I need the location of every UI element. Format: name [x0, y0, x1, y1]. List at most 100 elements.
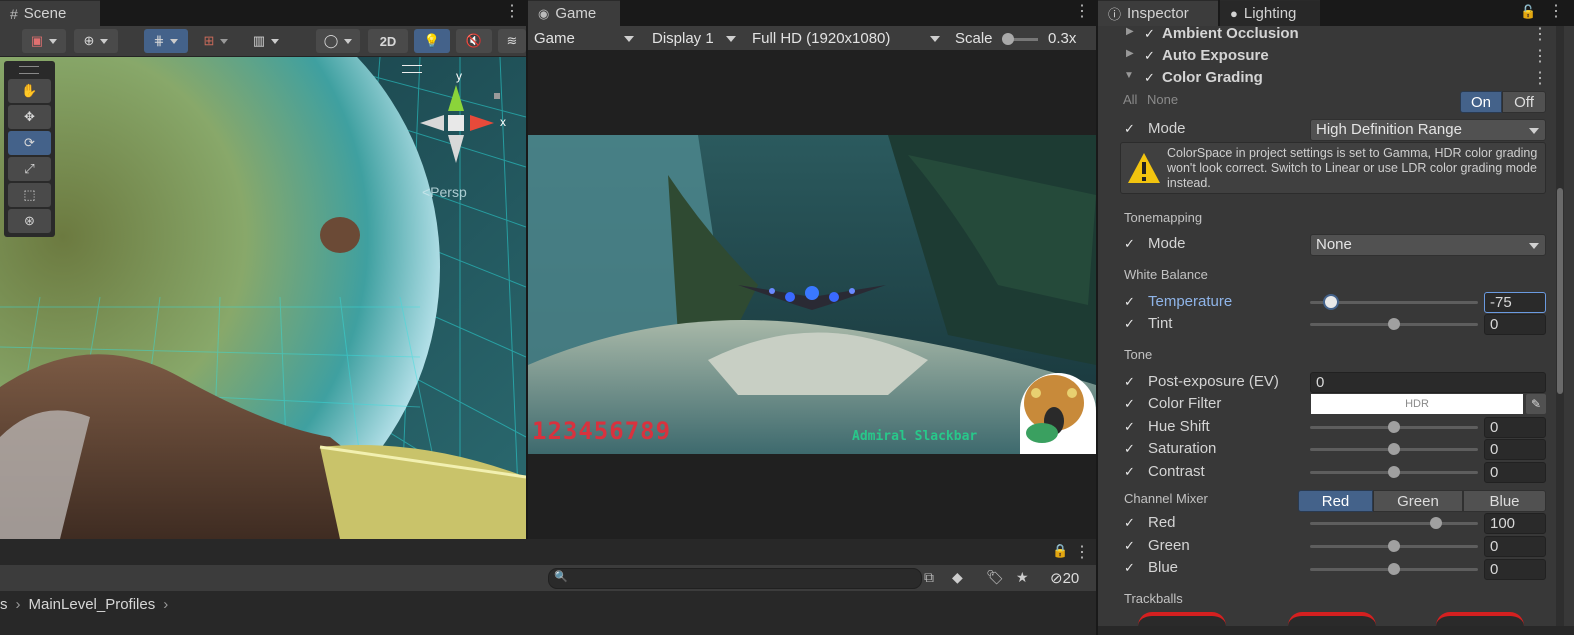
effect-checkbox[interactable]: ✓ — [1144, 71, 1156, 84]
temperature-checkbox[interactable]: ✓ — [1124, 295, 1136, 308]
breadcrumb-prev[interactable]: s — [0, 596, 8, 613]
mixer-red-field[interactable]: 100 — [1484, 513, 1546, 534]
temperature-field[interactable]: -75 — [1484, 292, 1546, 313]
tab-scene[interactable]: # Scene — [0, 0, 100, 26]
inspector-menu-icon[interactable]: ⋮ — [1548, 4, 1564, 20]
tint-checkbox[interactable]: ✓ — [1124, 317, 1136, 330]
hidden-packages-button[interactable]: ⊘20 — [1050, 569, 1079, 587]
transform-tool-button[interactable]: ⊛ — [8, 209, 51, 233]
temperature-slider-knob[interactable] — [1325, 296, 1337, 308]
rotate-tool-button[interactable]: ⟳ — [8, 131, 51, 155]
grading-mode-select[interactable]: High Definition Range — [1310, 119, 1546, 141]
hue-shift-field[interactable]: 0 — [1484, 417, 1546, 438]
mixer-green-checkbox[interactable]: ✓ — [1124, 539, 1136, 552]
audio-toggle-button[interactable]: 🔇 — [456, 29, 492, 53]
inspector-scroll-thumb[interactable] — [1557, 188, 1563, 394]
breadcrumb-current[interactable]: MainLevel_Profiles — [29, 596, 156, 613]
grid-visibility-button[interactable]: ▥ — [244, 29, 288, 53]
trackball-gamma[interactable] — [1288, 612, 1376, 626]
game-menu-icon[interactable]: ⋮ — [1074, 4, 1090, 20]
mixer-tab-red[interactable]: Red — [1298, 490, 1373, 512]
color-filter-checkbox[interactable]: ✓ — [1124, 397, 1136, 410]
effect-menu-icon[interactable]: ⋮ — [1532, 27, 1548, 43]
mixer-red-slider[interactable] — [1310, 522, 1478, 525]
effect-header-color-grading[interactable]: ▼ ✓ Color Grading ⋮ — [1098, 68, 1554, 90]
filter-type-icon[interactable]: ◆ — [952, 569, 963, 586]
effect-menu-icon[interactable]: ⋮ — [1532, 49, 1548, 65]
on-button[interactable]: On — [1460, 91, 1502, 113]
tint-slider-knob[interactable] — [1388, 318, 1400, 330]
mixer-green-field[interactable]: 0 — [1484, 536, 1546, 557]
tab-inspector[interactable]: ⓘ Inspector — [1098, 0, 1218, 26]
lighting-toggle-button[interactable]: 💡 — [414, 29, 450, 53]
palette-grip[interactable] — [19, 66, 39, 74]
color-filter-swatch[interactable]: HDR — [1311, 394, 1523, 414]
tab-game[interactable]: ◉ Game — [528, 0, 620, 26]
mixer-blue-checkbox[interactable]: ✓ — [1124, 561, 1136, 574]
effects-button[interactable]: ≋ — [498, 29, 526, 53]
search-input[interactable]: 🔍 — [548, 568, 922, 589]
mixer-tab-blue[interactable]: Blue — [1463, 490, 1546, 512]
contrast-checkbox[interactable]: ✓ — [1124, 465, 1136, 478]
effect-header-auto-exposure[interactable]: ▶ ✓ Auto Exposure ⋮ — [1098, 46, 1554, 68]
filter-label-icon[interactable]: 🏷 — [986, 569, 1004, 586]
trackball-lift[interactable] — [1138, 612, 1226, 626]
inspector-lock-icon[interactable]: 🔓 — [1520, 4, 1536, 20]
move-tool-button[interactable]: ✥ — [8, 105, 51, 129]
favorites-icon[interactable]: ★ — [1016, 569, 1029, 586]
post-exposure-checkbox[interactable]: ✓ — [1124, 375, 1136, 388]
tonemapping-mode-select[interactable]: None — [1310, 234, 1546, 256]
contrast-field[interactable]: 0 — [1484, 462, 1546, 483]
effect-checkbox[interactable]: ✓ — [1144, 49, 1156, 62]
tab-lighting[interactable]: ● Lighting — [1220, 0, 1320, 26]
globe-button[interactable]: ⊕ — [74, 29, 118, 53]
persp-label[interactable]: <Persp — [422, 184, 467, 200]
tint-field[interactable]: 0 — [1484, 314, 1546, 335]
game-mode-select[interactable]: Game — [528, 26, 640, 50]
mixer-blue-slider-knob[interactable] — [1388, 563, 1400, 575]
2d-toggle-button[interactable]: 2D — [368, 29, 408, 53]
scene-viewport[interactable]: ✋ ✥ ⟳ ⤢ ⬚ ⊛ y x <Persp — [0, 57, 526, 539]
mixer-red-checkbox[interactable]: ✓ — [1124, 516, 1136, 529]
saturation-field[interactable]: 0 — [1484, 439, 1546, 460]
game-viewport[interactable]: 123456789 Admiral Slackbar — [528, 50, 1096, 539]
resolution-select[interactable]: Full HD (1920x1080) — [746, 26, 946, 50]
effect-header-ambient-occlusion[interactable]: ▶ ✓ Ambient Occlusion ⋮ — [1098, 24, 1554, 46]
contrast-slider-knob[interactable] — [1388, 466, 1400, 478]
trackball-gain[interactable] — [1436, 612, 1524, 626]
hue-shift-slider-knob[interactable] — [1388, 421, 1400, 433]
saturation-checkbox[interactable]: ✓ — [1124, 442, 1136, 455]
search-mode-icon[interactable]: ⧉ — [924, 569, 934, 586]
mode-checkbox[interactable]: ✓ — [1124, 122, 1136, 135]
effect-menu-icon[interactable]: ⋮ — [1532, 71, 1548, 87]
saturation-slider-knob[interactable] — [1388, 443, 1400, 455]
search-field[interactable] — [567, 569, 911, 588]
mixer-blue-field[interactable]: 0 — [1484, 559, 1546, 580]
hue-shift-checkbox[interactable]: ✓ — [1124, 420, 1136, 433]
grid-snap-button[interactable]: ⋕ — [144, 29, 188, 53]
all-toggle[interactable]: All — [1123, 92, 1137, 107]
mixer-red-slider-knob[interactable] — [1430, 517, 1442, 529]
scale-slider-knob[interactable] — [1002, 33, 1014, 45]
effect-checkbox[interactable]: ✓ — [1144, 27, 1156, 40]
project-menu-icon[interactable]: ⋮ — [1074, 545, 1090, 561]
scene-menu-icon[interactable]: ⋮ — [504, 4, 520, 20]
mixer-green-slider-knob[interactable] — [1388, 540, 1400, 552]
snap-increment-button[interactable]: ⊞ — [196, 29, 236, 53]
post-exposure-field[interactable]: 0 — [1310, 372, 1546, 393]
shading-mode-button[interactable]: ◯ — [316, 29, 360, 53]
rect-tool-button[interactable]: ⬚ — [8, 183, 51, 207]
mixer-tab-green[interactable]: Green — [1373, 490, 1463, 512]
foldout-arrow-icon: ▶ — [1126, 48, 1134, 59]
transform-icon: ⊛ — [24, 213, 35, 228]
display-select[interactable]: Display 1 — [646, 26, 742, 50]
eyedropper-icon[interactable]: ✎ — [1526, 394, 1546, 414]
off-button[interactable]: Off — [1502, 91, 1546, 113]
gizmo-toggle-button[interactable]: ▣ — [22, 29, 66, 53]
orientation-gizmo[interactable]: y x <Persp — [402, 65, 516, 200]
lock-icon[interactable]: 🔒 — [1052, 543, 1068, 559]
scale-tool-button[interactable]: ⤢ — [8, 157, 51, 181]
hand-tool-button[interactable]: ✋ — [8, 79, 51, 103]
tonemapping-mode-checkbox[interactable]: ✓ — [1124, 237, 1136, 250]
none-toggle[interactable]: None — [1147, 92, 1178, 107]
